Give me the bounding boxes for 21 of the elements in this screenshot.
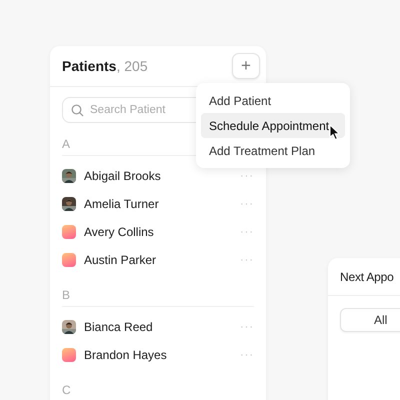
search-icon <box>71 104 84 117</box>
patient-name[interactable]: Abigail Brooks <box>84 169 240 183</box>
section-letter: B <box>62 288 70 302</box>
cursor-icon <box>329 124 341 141</box>
patient-name[interactable]: Austin Parker <box>84 253 240 267</box>
panel-title: Next Appo <box>340 270 394 284</box>
section-letter: C <box>62 383 71 397</box>
menu-item[interactable]: Add Treatment Plan <box>201 138 345 163</box>
avatar <box>62 225 76 239</box>
patient-count: , 205 <box>116 58 148 74</box>
filter-button[interactable]: All <box>340 308 400 332</box>
menu-item[interactable]: Schedule Appointment <box>201 113 345 138</box>
patient-name[interactable]: Brandon Hayes <box>84 348 240 362</box>
patient-name[interactable]: Bianca Reed <box>84 320 240 334</box>
patient-name[interactable]: Avery Collins <box>84 225 240 239</box>
avatar <box>62 253 76 267</box>
add-button[interactable]: + <box>232 53 260 79</box>
patient-name[interactable]: Amelia Turner <box>84 197 240 211</box>
section-letter: A <box>62 137 70 151</box>
avatar <box>62 348 76 362</box>
panel-title: Patients <box>62 58 116 74</box>
